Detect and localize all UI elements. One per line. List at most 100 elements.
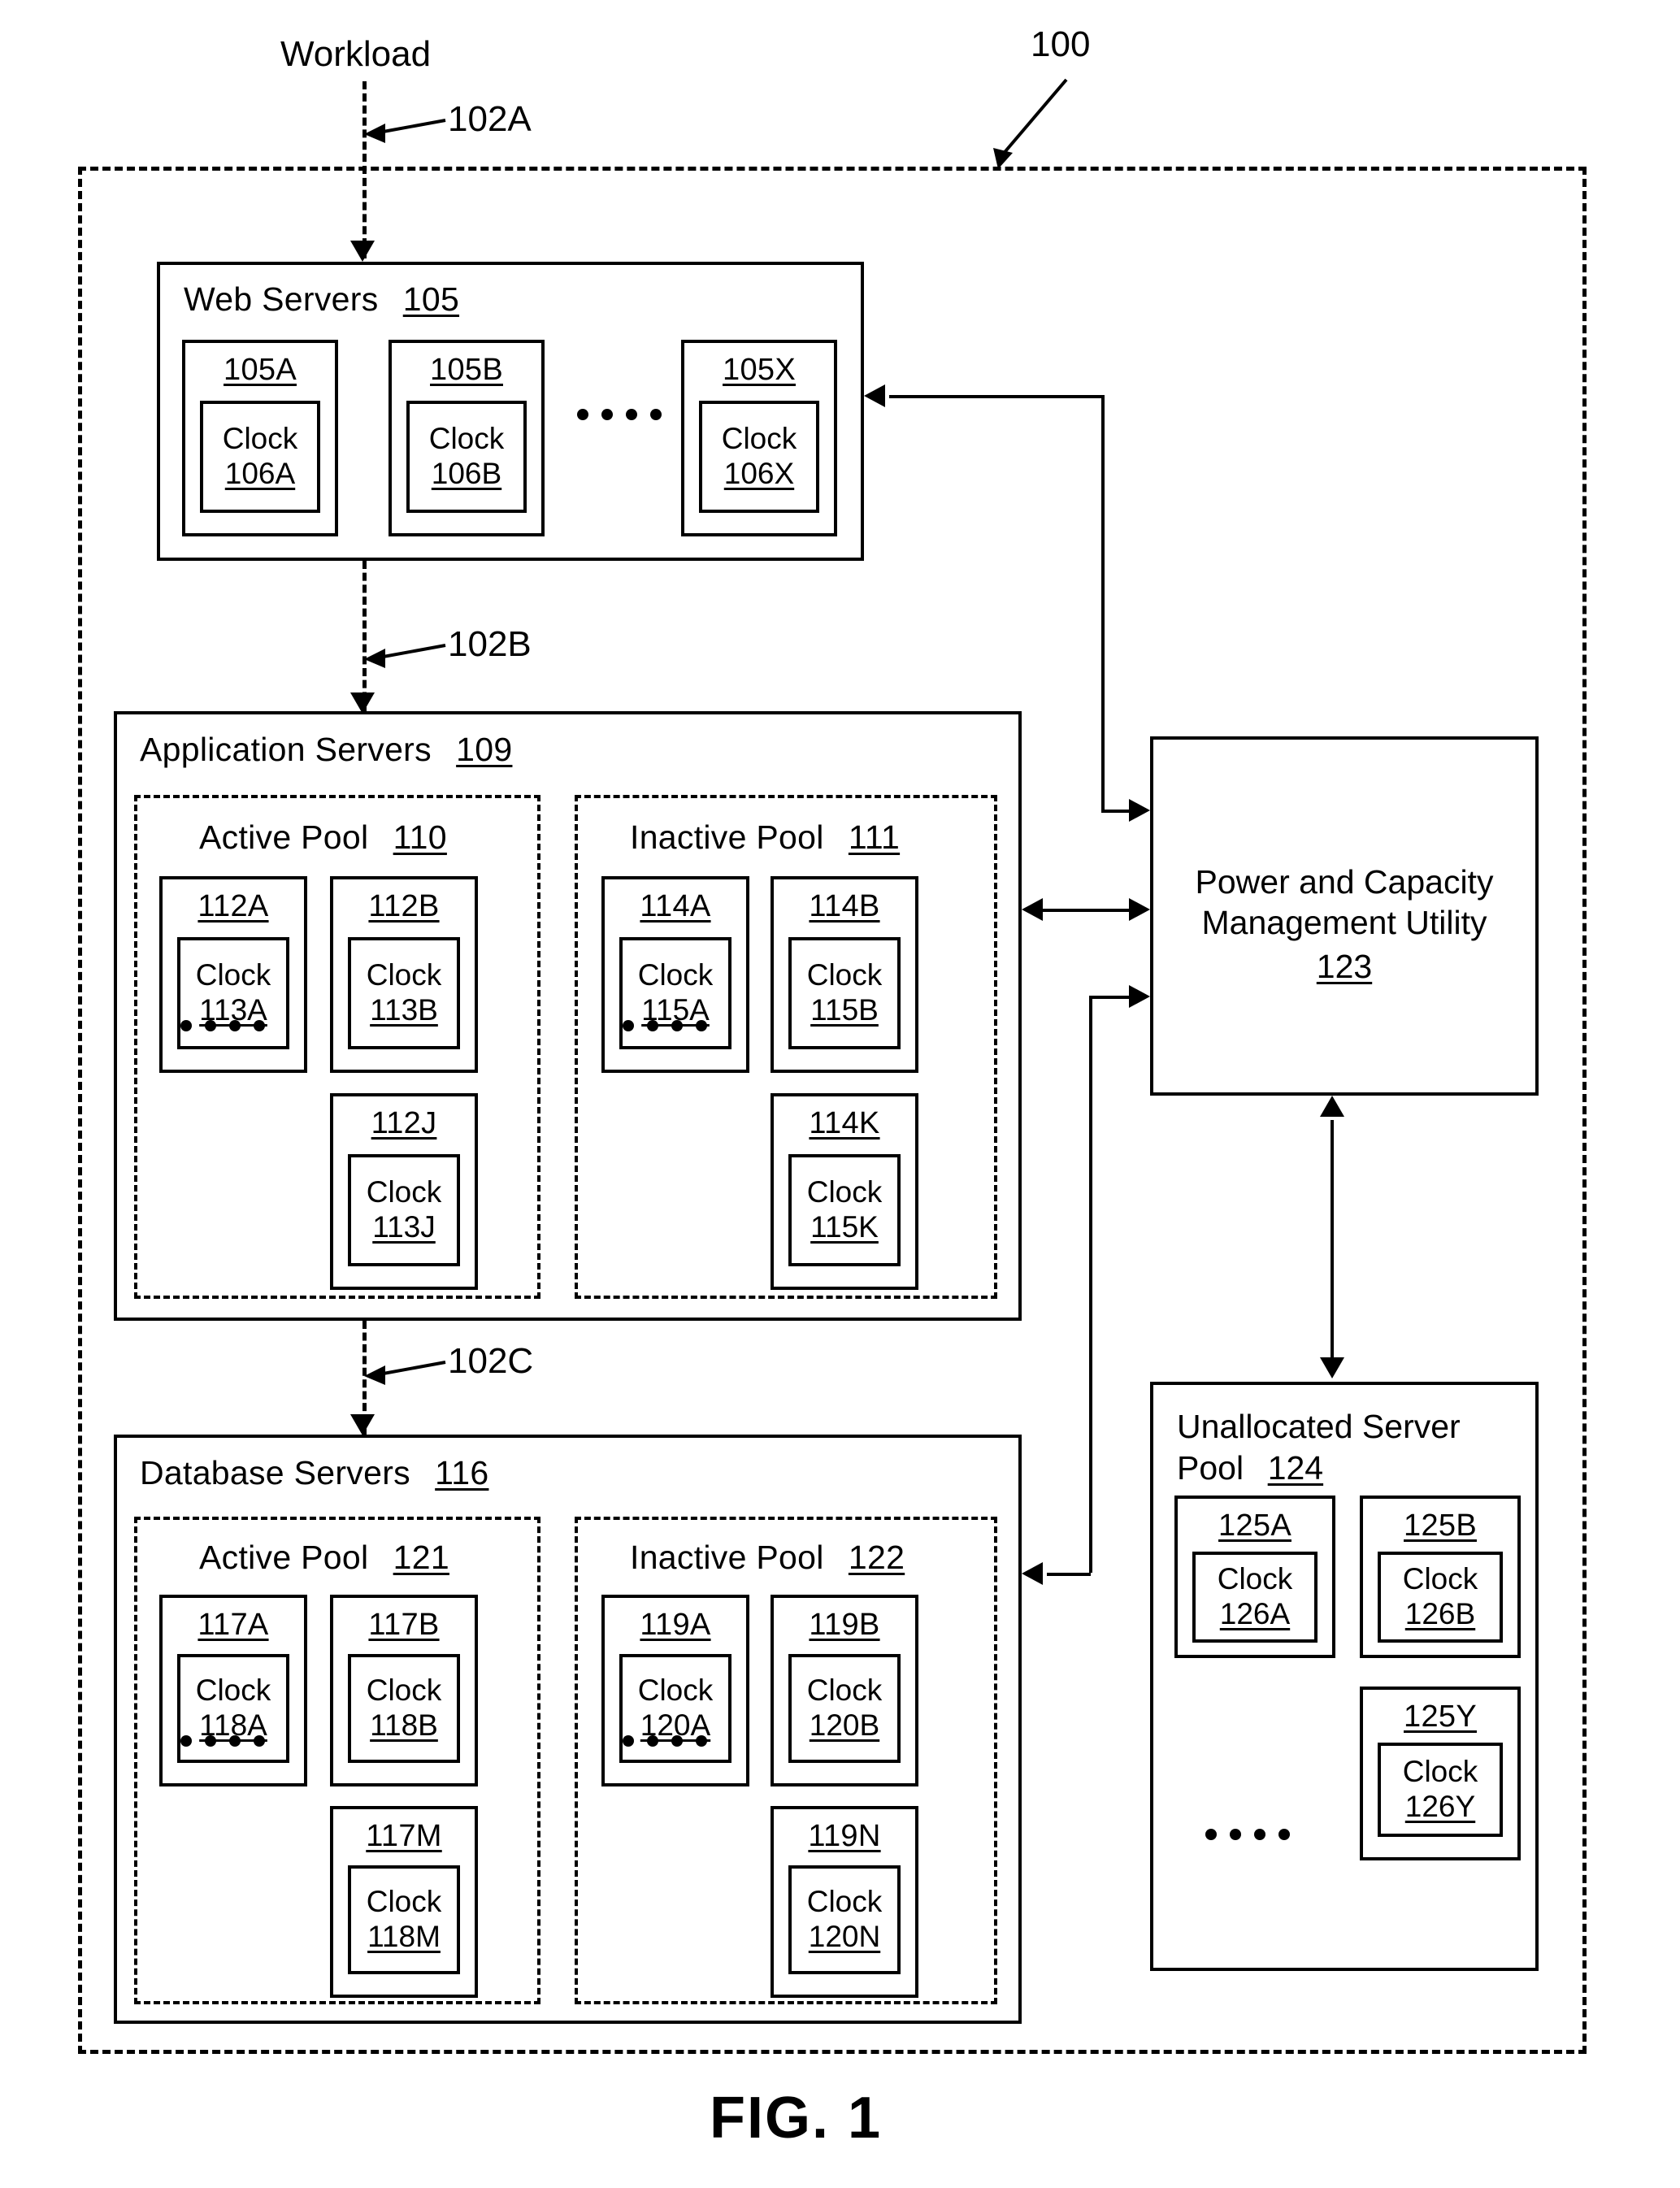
- connector-pcmu-to-web-vertical: [1101, 395, 1105, 810]
- server-id-117m: 117M: [366, 1819, 442, 1853]
- clock-word-126a: Clock: [1217, 1562, 1293, 1596]
- inactive-pool-122-ref: 122: [848, 1539, 905, 1576]
- server-card-125a[interactable]: 125A Clock 126A: [1174, 1496, 1335, 1658]
- server-card-114b[interactable]: 114B Clock 115B: [771, 876, 918, 1073]
- clock-106b: Clock 106B: [406, 401, 527, 513]
- clock-126a: Clock 126A: [1192, 1552, 1318, 1643]
- workload-flow-102a-arrowhead: [350, 241, 375, 262]
- server-card-105a[interactable]: 105A Clock 106A: [182, 340, 338, 536]
- server-card-112j[interactable]: 112J Clock 113J: [330, 1093, 478, 1290]
- connector-pcmu-to-db-horizontal: [1047, 1573, 1091, 1576]
- flow-ref-102c: 102C: [448, 1341, 534, 1381]
- application-servers-title: Application Servers 109: [140, 733, 512, 766]
- unallocated-pool-ref: 124: [1267, 1449, 1324, 1487]
- clock-word-115a: Clock: [637, 958, 714, 992]
- connector-pcmu-unallocated-arrowhead-down: [1320, 1357, 1344, 1378]
- workload-label: Workload: [280, 34, 432, 74]
- power-utility-line2: Management Utility: [1201, 904, 1487, 942]
- server-card-105b[interactable]: 105B Clock 106B: [389, 340, 545, 536]
- server-card-117m[interactable]: 117M Clock 118M: [330, 1806, 478, 1998]
- system-ref-leader-line: [993, 78, 1068, 169]
- power-utility-ref: 123: [1316, 948, 1373, 986]
- server-id-112a: 112A: [198, 889, 269, 923]
- server-id-114a: 114A: [640, 889, 711, 923]
- inactive-pool-122-title: Inactive Pool 122: [630, 1541, 905, 1574]
- application-servers-ref: 109: [456, 731, 513, 768]
- flow-ref-102c-leader: [364, 1361, 446, 1385]
- clock-id-106b: 106B: [431, 457, 502, 490]
- server-id-105a: 105A: [224, 353, 297, 387]
- active-pool-121-ellipsis: [180, 1735, 265, 1747]
- connector-appservers-pcmu-arrowhead-left: [1022, 898, 1043, 921]
- figure-canvas: 100 Workload 102A Web Servers 105 105A C…: [0, 0, 1680, 2188]
- clock-id-126b: 126B: [1404, 1597, 1476, 1630]
- active-pool-121-title-text: Active Pool: [199, 1539, 376, 1576]
- flow-ref-102a: 102A: [448, 99, 532, 139]
- server-id-119a: 119A: [640, 1608, 711, 1642]
- connector-pcmu-unallocated-line: [1331, 1120, 1334, 1357]
- inactive-pool-122-title-text: Inactive Pool: [630, 1539, 831, 1576]
- server-card-117b[interactable]: 117B Clock 118B: [330, 1595, 478, 1786]
- clock-115b: Clock 115B: [788, 937, 901, 1049]
- web-servers-title: Web Servers 105: [184, 283, 459, 316]
- active-pool-121-title: Active Pool 121: [199, 1541, 449, 1574]
- clock-word-118b: Clock: [366, 1674, 442, 1708]
- clock-id-113j: 113J: [372, 1210, 436, 1244]
- server-id-112b: 112B: [368, 889, 440, 923]
- active-pool-110-title-text: Active Pool: [199, 818, 376, 856]
- server-card-119n[interactable]: 119N Clock 120N: [771, 1806, 918, 1998]
- server-id-105b: 105B: [430, 353, 503, 387]
- unallocated-pool-line2: Pool: [1177, 1449, 1251, 1487]
- server-card-119b[interactable]: 119B Clock 120B: [771, 1595, 918, 1786]
- clock-word-113j: Clock: [366, 1175, 442, 1209]
- clock-id-115k: 115K: [810, 1210, 879, 1244]
- server-id-125y: 125Y: [1404, 1700, 1477, 1734]
- clock-word-115k: Clock: [806, 1175, 883, 1209]
- connector-pcmu-to-web-horizontal: [889, 395, 1103, 398]
- clock-id-115b: 115B: [810, 993, 879, 1027]
- clock-word-126y: Clock: [1402, 1755, 1478, 1789]
- inactive-pool-111-ref: 111: [848, 818, 901, 856]
- server-card-125b[interactable]: 125B Clock 126B: [1360, 1496, 1521, 1658]
- server-card-114a[interactable]: 114A Clock 115A: [601, 876, 749, 1073]
- active-pool-121-ref: 121: [393, 1539, 449, 1576]
- connector-pcmu-to-db-arrowhead: [1022, 1562, 1043, 1585]
- web-servers-ellipsis: [577, 409, 662, 420]
- clock-id-120n: 120N: [808, 1920, 881, 1953]
- server-card-112b[interactable]: 112B Clock 113B: [330, 876, 478, 1073]
- clock-word-120b: Clock: [806, 1674, 883, 1708]
- unallocated-pool-label: Unallocated Server Pool 124: [1177, 1406, 1461, 1490]
- clock-id-113b: 113B: [370, 993, 438, 1027]
- server-id-114b: 114B: [809, 889, 880, 923]
- clock-word-113b: Clock: [366, 958, 442, 992]
- clock-word-106a: Clock: [222, 422, 298, 456]
- server-id-119n: 119N: [808, 1819, 881, 1853]
- clock-word-120n: Clock: [806, 1885, 883, 1919]
- server-card-112a[interactable]: 112A Clock 113A: [159, 876, 307, 1073]
- unallocated-pool-ellipsis: [1205, 1829, 1290, 1840]
- clock-118m: Clock 118M: [348, 1865, 460, 1974]
- clock-106a: Clock 106A: [200, 401, 320, 513]
- flow-ref-102b-leader: [364, 644, 446, 668]
- clock-word-118m: Clock: [366, 1885, 442, 1919]
- clock-word-126b: Clock: [1402, 1562, 1478, 1596]
- clock-115a: Clock 115A: [619, 937, 731, 1049]
- server-card-114k[interactable]: 114K Clock 115K: [771, 1093, 918, 1290]
- connector-pcmu-to-web-arrowhead: [864, 384, 885, 407]
- server-card-105x[interactable]: 105X Clock 106X: [681, 340, 837, 536]
- power-utility-label: Power and Capacity Management Utility 12…: [1150, 862, 1539, 987]
- connector-pcmu-to-db-inlet: [1089, 996, 1130, 999]
- server-id-119b: 119B: [809, 1608, 880, 1642]
- server-card-119a[interactable]: 119A Clock 120A: [601, 1595, 749, 1786]
- clock-113j: Clock 113J: [348, 1154, 460, 1266]
- workload-flow-102c-arrowhead: [350, 1414, 375, 1435]
- connector-appservers-pcmu-arrowhead-right: [1129, 898, 1150, 921]
- server-card-125y[interactable]: 125Y Clock 126Y: [1360, 1687, 1521, 1860]
- unallocated-pool-line1: Unallocated Server: [1177, 1408, 1461, 1445]
- server-card-117a[interactable]: 117A Clock 118A: [159, 1595, 307, 1786]
- server-id-112j: 112J: [371, 1106, 437, 1140]
- active-pool-110-ref: 110: [393, 818, 447, 856]
- server-id-105x: 105X: [723, 353, 796, 387]
- clock-113b: Clock 113B: [348, 937, 460, 1049]
- clock-id-120b: 120B: [809, 1708, 880, 1742]
